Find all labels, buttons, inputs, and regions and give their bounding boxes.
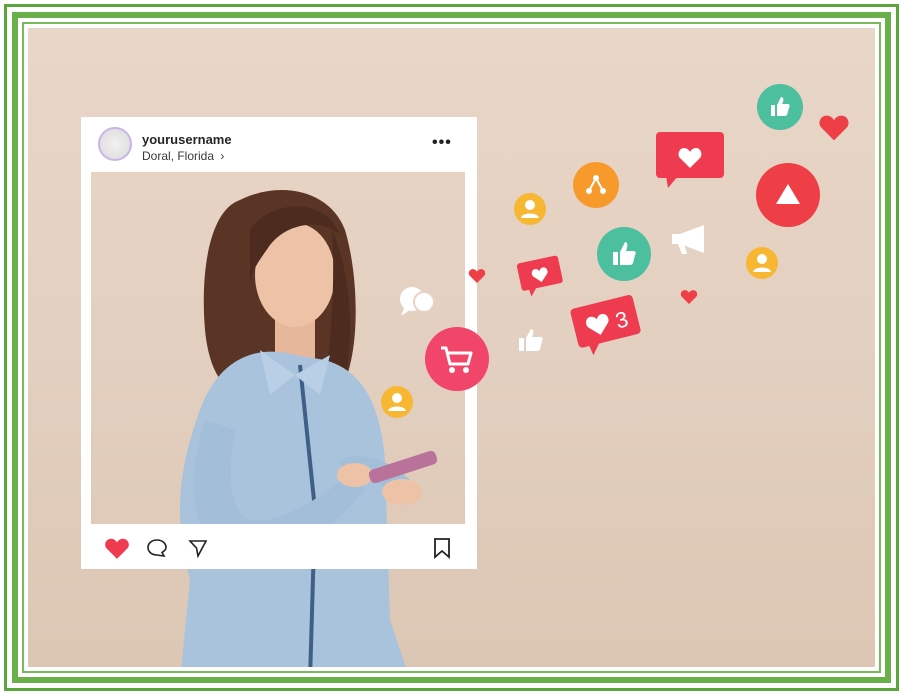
share-icon [573, 162, 619, 208]
comment-icon[interactable] [146, 538, 168, 558]
like-thumb-icon [597, 227, 651, 281]
post-username[interactable]: yourusername [142, 132, 232, 147]
user-icon [514, 193, 546, 225]
post-card [81, 117, 477, 569]
more-options-icon[interactable]: ••• [432, 135, 452, 151]
heart-icon [819, 115, 849, 141]
like-thumb-icon [519, 329, 543, 351]
avatar[interactable] [98, 127, 132, 161]
heart-icon [468, 269, 486, 283]
play-icon [756, 163, 820, 227]
megaphone-icon [672, 225, 704, 254]
heart-icon [680, 290, 698, 304]
share-icon[interactable] [188, 538, 208, 558]
post-location[interactable]: Doral, Florida › [142, 149, 224, 163]
heart-icon[interactable] [104, 536, 130, 560]
user-icon [746, 247, 778, 279]
heart-notification-icon: 3 [570, 295, 641, 356]
bookmark-icon[interactable] [432, 537, 452, 559]
cart-icon [425, 327, 489, 391]
post-location-text: Doral, Florida [142, 149, 215, 163]
like-thumb-icon [757, 84, 803, 130]
user-icon [381, 386, 413, 418]
heart-notification-icon [516, 255, 563, 296]
chevron-right-icon: › [220, 149, 225, 163]
heart-notification-icon [656, 132, 724, 188]
chat-icon [400, 287, 435, 316]
